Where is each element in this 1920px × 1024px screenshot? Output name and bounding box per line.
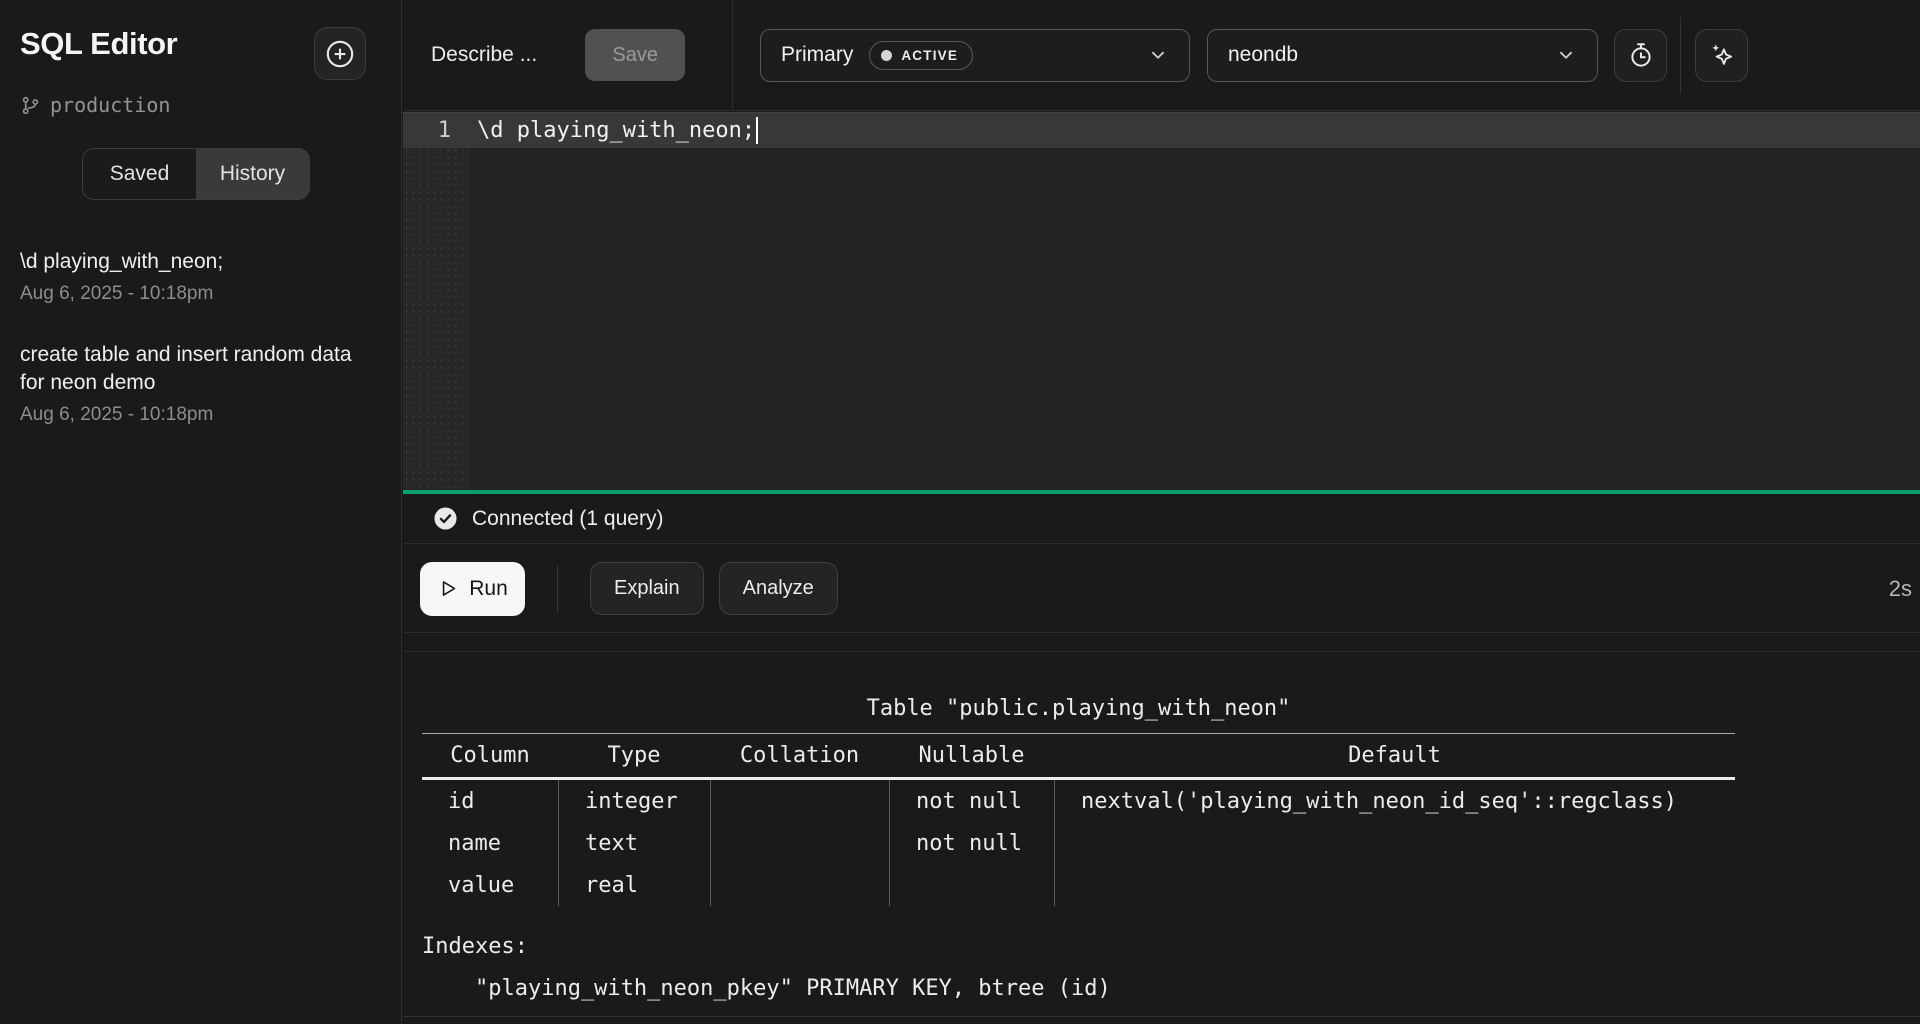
psql-output: Table "public.playing_with_neon" Column … [422, 698, 1735, 1010]
run-button-label: Run [469, 577, 508, 601]
analyze-button[interactable]: Analyze [719, 562, 838, 615]
branch-indicator: production [20, 93, 401, 117]
line-number: 1 [403, 118, 469, 143]
table-cell: not null [889, 822, 1054, 864]
history-item-title: \d playing_with_neon; [20, 248, 365, 276]
ai-assistant-button[interactable] [1695, 29, 1748, 82]
branch-selector-value: Primary [781, 43, 853, 67]
table-cell: integer [558, 780, 710, 822]
history-item-timestamp: Aug 6, 2025 - 10:18pm [20, 283, 381, 305]
table-cell [1054, 822, 1735, 864]
sql-code-editor[interactable]: 1 \d playing_with_neon; [403, 112, 1920, 490]
connection-status-bar: Connected (1 query) [403, 494, 1920, 544]
sidebar-header: SQL Editor [0, 0, 401, 80]
column-header: Type [558, 743, 710, 768]
check-circle-icon [433, 506, 458, 531]
git-branch-icon [20, 95, 41, 116]
code-text: \d playing_with_neon; [469, 118, 755, 143]
sparkles-icon [1707, 40, 1737, 70]
editor-gutter [403, 112, 469, 490]
column-header: Column [422, 743, 558, 768]
table-cell: not null [889, 780, 1054, 822]
table-cell: id [422, 780, 558, 822]
circle-plus-icon [323, 37, 357, 71]
tab-history[interactable]: History [196, 149, 309, 199]
play-icon [437, 578, 458, 599]
column-header: Default [1054, 743, 1735, 768]
run-button[interactable]: Run [420, 562, 525, 616]
page-title: SQL Editor [20, 27, 177, 61]
result-table-body: id integer not null nextval('playing_wit… [422, 777, 1735, 906]
history-item[interactable]: create table and insert random data for … [20, 341, 381, 426]
table-cell: value [422, 864, 558, 906]
column-header: Collation [710, 743, 889, 768]
table-cell [710, 822, 889, 864]
query-history-button[interactable] [1614, 29, 1667, 82]
editor-current-line[interactable]: 1 \d playing_with_neon; [403, 112, 1920, 148]
tab-saved[interactable]: Saved [83, 149, 196, 199]
topbar: Describe ... Save Primary ACTIVE neondb [403, 0, 1920, 111]
query-actions-bar: Run Explain Analyze 2s [403, 545, 1920, 633]
indexes-label: Indexes: [422, 926, 1735, 968]
save-button[interactable]: Save [585, 29, 685, 81]
index-definition: "playing_with_neon_pkey" PRIMARY KEY, bt… [422, 968, 1735, 1010]
topbar-divider [1680, 17, 1681, 93]
table-cell: text [558, 822, 710, 864]
column-header: Nullable [889, 743, 1054, 768]
history-item[interactable]: \d playing_with_neon; Aug 6, 2025 - 10:1… [20, 248, 381, 305]
table-cell [889, 864, 1054, 906]
new-query-button[interactable] [314, 27, 366, 80]
sidebar: SQL Editor production Saved History [0, 0, 402, 1024]
result-table-title: Table "public.playing_with_neon" [422, 698, 1735, 720]
history-list: \d playing_with_neon; Aug 6, 2025 - 10:1… [20, 248, 381, 426]
branch-name: production [50, 93, 170, 117]
table-cell [1054, 864, 1735, 906]
table-cell [710, 864, 889, 906]
topbar-controls: Primary ACTIVE neondb [733, 17, 1920, 93]
sql-editor-screen: SQL Editor production Saved History [0, 0, 1920, 1024]
active-status-badge: ACTIVE [869, 41, 973, 70]
result-table-header: Column Type Collation Nullable Default [422, 734, 1735, 777]
table-cell: name [422, 822, 558, 864]
query-results-panel: Table "public.playing_with_neon" Column … [403, 652, 1920, 1017]
actions-divider [557, 566, 558, 612]
query-title-section: Describe ... Save [403, 0, 733, 110]
table-cell [710, 780, 889, 822]
query-duration: 2s [1889, 576, 1914, 602]
history-item-timestamp: Aug 6, 2025 - 10:18pm [20, 404, 381, 426]
status-badge-label: ACTIVE [901, 48, 958, 63]
connection-status-text: Connected (1 query) [472, 507, 663, 531]
stopwatch-icon [1626, 40, 1656, 70]
table-cell: nextval('playing_with_neon_id_seq'::regc… [1054, 780, 1735, 822]
history-item-title: create table and insert random data for … [20, 341, 365, 397]
result-indexes: Indexes: "playing_with_neon_pkey" PRIMAR… [422, 926, 1735, 1010]
database-selector-value: neondb [1228, 43, 1298, 67]
query-title: Describe ... [431, 43, 537, 67]
chevron-down-icon [1555, 44, 1577, 66]
database-selector-dropdown[interactable]: neondb [1207, 29, 1598, 82]
status-dot-icon [881, 50, 892, 61]
saved-history-tabs: Saved History [82, 148, 310, 200]
results-panel-top [403, 633, 1920, 652]
chevron-down-icon [1147, 44, 1169, 66]
explain-button[interactable]: Explain [590, 562, 704, 615]
branch-selector-dropdown[interactable]: Primary ACTIVE [760, 29, 1190, 82]
table-cell: real [558, 864, 710, 906]
text-cursor [756, 117, 758, 144]
